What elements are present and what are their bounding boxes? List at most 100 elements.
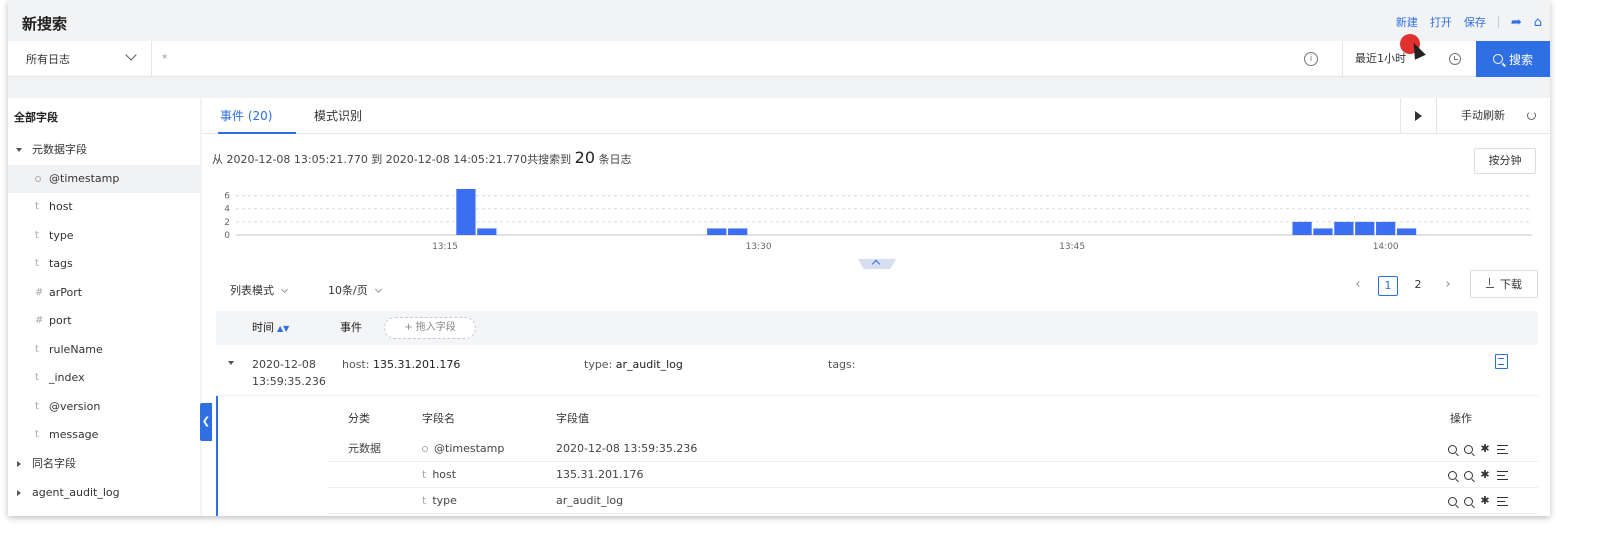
zoom-in-icon[interactable] — [1448, 470, 1457, 480]
detail-row: t host 135.31.201.176 ✱ — [328, 462, 1538, 488]
divider — [1497, 16, 1499, 28]
add-field-dropzone[interactable]: + 拖入字段 — [384, 317, 476, 339]
search-icon — [1492, 54, 1503, 64]
page-size-select[interactable]: 10条/页 — [328, 282, 382, 298]
pagination: ‹ 1 2 › — [1348, 276, 1458, 296]
zoom-in-icon[interactable] — [1448, 496, 1457, 506]
tab-events[interactable]: 事件 (20) — [218, 98, 296, 134]
event-type: type: ar_audit_log — [584, 358, 683, 371]
page-title: 新搜索 — [22, 15, 68, 33]
sidebar-field[interactable]: t ruleName — [8, 336, 200, 364]
result-summary: 从 2020-12-08 13:05:21.770 到 2020-12-08 1… — [212, 148, 632, 167]
caret-right-icon — [17, 461, 21, 467]
clock-icon[interactable] — [1449, 53, 1461, 65]
collapse-chart-handle[interactable] — [858, 259, 896, 269]
histogram-bar[interactable] — [1376, 221, 1396, 235]
view-mode-select[interactable]: 列表模式 — [230, 282, 289, 298]
time-column-header[interactable]: 时间 ▲▼ — [252, 311, 289, 346]
add-column-icon[interactable] — [1497, 444, 1508, 454]
text-type-icon: t — [35, 258, 39, 269]
search-button[interactable]: 搜索 — [1476, 41, 1550, 77]
sidebar-field[interactable]: # arPort — [8, 279, 200, 307]
chevron-down-icon — [374, 285, 382, 294]
sidebar-field-label: type — [49, 229, 74, 242]
next-page-icon[interactable]: › — [1438, 276, 1458, 296]
time-range-select[interactable]: 最近1小时 — [1342, 41, 1444, 77]
zoom-out-icon[interactable] — [1464, 444, 1473, 454]
timestamp-type-icon — [35, 176, 41, 182]
row-operations: ✱ — [1448, 488, 1508, 514]
sidebar-group-label: agent_audit_log — [32, 486, 120, 499]
sidebar-field[interactable]: t message — [8, 421, 200, 449]
histogram-bar[interactable] — [707, 228, 727, 235]
save-button[interactable]: 保存 — [1464, 14, 1486, 30]
detail-row: 元数据 @timestamp 2020-12-08 13:59:35.236 ✱ — [328, 436, 1538, 462]
histogram-bar[interactable] — [477, 228, 497, 235]
log-source-select[interactable]: 所有日志 — [8, 41, 152, 77]
app-window: 新搜索 新建 打开 保存 ➦ ⌂ 所有日志 * i 最近1小时 搜索 全部字段 … — [8, 0, 1550, 516]
row-operations: ✱ — [1448, 462, 1508, 488]
histogram-bar[interactable] — [1292, 221, 1312, 235]
histogram-bar[interactable] — [728, 228, 748, 235]
asterisk-icon[interactable]: ✱ — [1480, 469, 1490, 480]
sidebar-field[interactable]: t @version — [8, 393, 200, 421]
detail-row: t type ar_audit_log ✱ — [328, 488, 1538, 514]
histogram-bar[interactable] — [456, 189, 476, 235]
header-actions: 新建 打开 保存 ➦ ⌂ — [1396, 14, 1542, 30]
play-icon[interactable] — [1400, 98, 1436, 134]
tags-key: tags: — [828, 358, 856, 371]
x-tick-label: 14:00 — [1373, 242, 1399, 252]
type-value[interactable]: ar_audit_log — [616, 358, 683, 371]
view-mode-label: 列表模式 — [230, 284, 274, 297]
sidebar-field[interactable]: t type — [8, 222, 200, 250]
event-detail: 分类 字段名 字段值 操作 元数据 @timestamp 2020-12-08 … — [216, 396, 1538, 516]
sidebar-field-label: tags — [49, 257, 73, 270]
asterisk-icon[interactable]: ✱ — [1480, 443, 1490, 454]
table-row[interactable]: 2020-12-08 13:59:35.236 host: 135.31.201… — [216, 346, 1538, 396]
text-type-icon: t — [35, 201, 39, 212]
share-icon[interactable]: ➦ — [1511, 15, 1522, 30]
event-histogram: 0 2 4 6 13:15 13:30 13:45 14:00 — [224, 189, 1532, 252]
histogram-bar[interactable] — [1334, 221, 1354, 235]
detail-value: 135.31.201.176 — [556, 468, 644, 481]
collapse-sidebar-tab[interactable]: ❮ — [200, 403, 212, 441]
page-2[interactable]: 2 — [1408, 276, 1428, 296]
new-button[interactable]: 新建 — [1396, 14, 1418, 30]
prev-page-icon[interactable]: ‹ — [1348, 276, 1368, 296]
asterisk-icon[interactable]: ✱ — [1480, 495, 1490, 506]
histogram-bar[interactable] — [1355, 221, 1375, 235]
sidebar-field[interactable]: t _index — [8, 364, 200, 392]
add-column-icon[interactable] — [1497, 470, 1508, 480]
histogram-bar[interactable] — [1396, 228, 1417, 235]
page-1[interactable]: 1 — [1378, 276, 1398, 296]
histogram-bar[interactable] — [1313, 228, 1333, 235]
sidebar-group-same-name[interactable]: 同名字段 — [8, 450, 200, 478]
info-icon[interactable]: i — [1304, 52, 1318, 66]
sidebar-field[interactable]: # port — [8, 307, 200, 335]
sidebar-group-agent-audit-log[interactable]: agent_audit_log — [8, 479, 200, 507]
interval-select[interactable]: 按分钟 — [1474, 148, 1536, 174]
sidebar-field-label: port — [49, 314, 72, 327]
add-column-icon[interactable] — [1497, 496, 1508, 506]
zoom-out-icon[interactable] — [1464, 470, 1473, 480]
sidebar-field[interactable]: @timestamp — [8, 165, 200, 193]
sidebar-field[interactable]: t tags — [8, 250, 200, 278]
sidebar-field-label: arPort — [49, 286, 83, 299]
home-icon[interactable]: ⌂ — [1534, 15, 1542, 30]
text-type-icon: t — [422, 494, 427, 507]
sidebar-field[interactable]: t host — [8, 193, 200, 221]
view-document-icon[interactable] — [1495, 354, 1508, 369]
chevron-down-icon — [125, 49, 137, 61]
sidebar-group-metadata[interactable]: 元数据字段 — [8, 136, 200, 164]
open-button[interactable]: 打开 — [1430, 14, 1452, 30]
host-value[interactable]: 135.31.201.176 — [373, 358, 460, 371]
zoom-out-icon[interactable] — [1464, 496, 1473, 506]
manual-refresh-button[interactable]: 手动刷新 — [1436, 98, 1550, 134]
text-type-icon: t — [35, 344, 39, 355]
tab-pattern-recognition[interactable]: 模式识别 — [314, 98, 362, 134]
zoom-in-icon[interactable] — [1448, 444, 1457, 454]
field-name-header: 字段名 — [422, 412, 455, 425]
download-button[interactable]: 下载 — [1470, 270, 1538, 298]
caret-down-icon[interactable] — [228, 361, 234, 365]
search-input[interactable]: * — [162, 41, 168, 77]
